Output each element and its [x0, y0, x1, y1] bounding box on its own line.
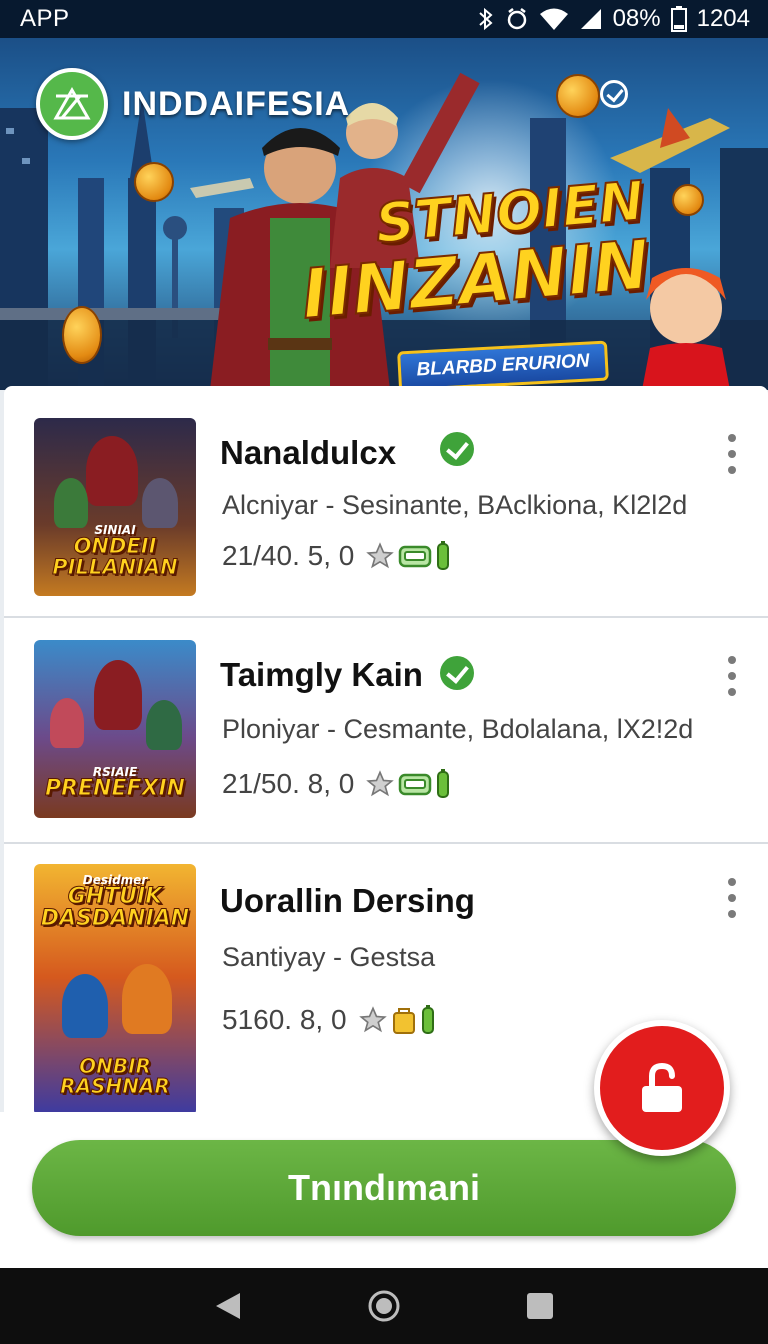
thumbnail-bottom-text: ONBIR RASHNAR: [60, 1054, 171, 1098]
game-score: 21/40. 5, 0: [222, 540, 355, 571]
thumbnail-character: [146, 700, 182, 750]
coin-decoration: [134, 162, 174, 202]
thumbnail-bottom-title: ONBIR RASHNAR: [34, 1054, 196, 1098]
thumbnail-character: [50, 698, 84, 748]
game-list: SINIAI ONDEII PILLANIAN Nanaldulcx Alcni…: [4, 386, 768, 1116]
back-triangle-icon: [216, 1293, 240, 1319]
game-subtitle: Santiyay - Gestsa: [222, 942, 436, 972]
battery-icon: [437, 769, 450, 798]
thumbnail-character: [142, 478, 178, 528]
game-list-item[interactable]: RSIAIE PRENEFXIN Taimgly Kain Ploniyar -…: [4, 618, 768, 844]
battery-icon: [670, 6, 687, 32]
battery-icon: [421, 1005, 434, 1034]
game-meta-icons: [358, 1005, 435, 1035]
game-meta: 21/50. 8, 0: [222, 768, 450, 800]
thumbnail-character: [122, 964, 172, 1034]
bag-icon: [392, 1008, 415, 1034]
more-options-icon[interactable]: [726, 878, 738, 918]
coin-decoration: [62, 306, 102, 364]
lock-fab-button[interactable]: [594, 1020, 730, 1156]
game-meta-icons: [366, 769, 450, 799]
system-nav-bar: [0, 1268, 768, 1344]
thumbnail-title: SINIAI ONDEII PILLANIAN: [40, 524, 190, 578]
coin-decoration: [556, 74, 600, 118]
more-options-icon[interactable]: [726, 434, 738, 474]
home-circle-icon: [368, 1290, 400, 1322]
status-icons: 08% 1204: [477, 5, 750, 33]
more-options-icon[interactable]: [726, 656, 738, 696]
star-icon: [358, 1006, 387, 1033]
game-subtitle: Ploniyar - Cesmante, Bdolalana, lX2!2d: [222, 714, 694, 744]
thumbnail-character: [62, 974, 108, 1038]
game-subtitle: Alcniyar - Sesinante, BAclkiona, Kl2l2d: [222, 490, 688, 520]
thumbnail-character: [94, 660, 142, 730]
game-meta-icons: [366, 541, 450, 571]
controller-icon: [399, 773, 432, 796]
home-button[interactable]: [364, 1286, 404, 1326]
game-thumbnail[interactable]: Desidmer GHTUIK DASDANIAN ONBIR RASHNAR: [34, 864, 196, 1116]
hero-banner[interactable]: INDDAIFESIA STNOIEN IINZANIN BLARBD ERUR…: [0, 38, 768, 390]
status-app-label: APP: [20, 5, 70, 32]
coin-decoration: [672, 184, 704, 216]
brand-name: INDDAIFESIA: [122, 84, 351, 123]
status-time: 1204: [696, 5, 750, 32]
unlock-icon: [642, 1062, 682, 1112]
game-title[interactable]: Nanaldulcx: [220, 434, 396, 472]
battery-icon: [437, 541, 450, 570]
recents-button[interactable]: [520, 1286, 560, 1326]
star-icon: [366, 542, 395, 569]
brand-logo-icon: [36, 68, 108, 140]
thumbnail-title: RSIAIE PRENEFXIN: [40, 766, 190, 800]
thumbnail-title-text: GHTUIK DASDANIAN: [40, 884, 190, 931]
wifi-icon: [539, 8, 568, 30]
game-thumbnail[interactable]: SINIAI ONDEII PILLANIAN: [34, 418, 196, 596]
game-score: 21/50. 8, 0: [222, 768, 355, 799]
game-score: 5160. 8, 0: [222, 1004, 347, 1035]
thumbnail-title-text: PRENEFXIN: [44, 776, 186, 801]
check-circle-icon: [600, 80, 628, 108]
recents-square-icon: [527, 1293, 553, 1319]
brand: INDDAIFESIA: [36, 68, 350, 140]
bluetooth-icon: [478, 7, 493, 31]
status-bar: APP 08% 1204: [0, 0, 768, 38]
signal-icon: [580, 9, 601, 29]
game-meta: 5160. 8, 0: [222, 1004, 435, 1036]
game-title[interactable]: Taimgly Kain: [220, 656, 423, 694]
thumbnail-character: [86, 436, 138, 506]
game-thumbnail[interactable]: RSIAIE PRENEFXIN: [34, 640, 196, 818]
thumbnail-title-text: ONDEII PILLANIAN: [52, 534, 178, 579]
primary-action-button[interactable]: Tnındımani: [32, 1140, 736, 1236]
game-list-item[interactable]: SINIAI ONDEII PILLANIAN Nanaldulcx Alcni…: [4, 386, 768, 618]
verified-check-icon: [440, 432, 474, 466]
star-icon: [366, 770, 395, 797]
controller-icon: [399, 545, 432, 568]
thumbnail-character: [54, 478, 88, 528]
battery-percent: 08%: [612, 5, 661, 32]
alarm-icon: [507, 8, 526, 30]
back-button[interactable]: [208, 1286, 248, 1326]
verified-check-icon: [440, 656, 474, 690]
game-meta: 21/40. 5, 0: [222, 540, 450, 572]
game-title[interactable]: Uorallin Dersing: [220, 882, 475, 920]
thumbnail-title: Desidmer GHTUIK DASDANIAN: [34, 874, 196, 930]
